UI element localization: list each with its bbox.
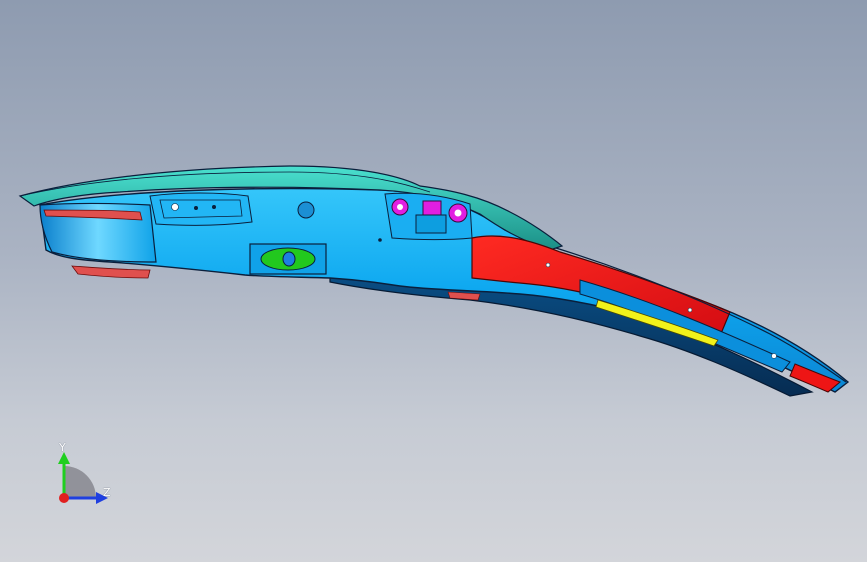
detail-dot-4 (378, 238, 382, 242)
small-hole-2 (194, 206, 198, 210)
detail-dot-1 (545, 262, 551, 268)
x-axis-point (59, 493, 69, 503)
detail-dot-2 (687, 307, 693, 313)
3d-viewport[interactable]: Y Z (0, 0, 867, 562)
hinge-magenta-center[interactable] (422, 200, 442, 216)
hinge-magenta-right-hole (454, 209, 462, 217)
small-hole-1 (171, 203, 179, 211)
z-axis-label: Z (103, 486, 111, 499)
body-hole (297, 201, 315, 219)
detail-dot-3 (771, 353, 777, 359)
license-lamp-switch[interactable] (282, 251, 296, 267)
y-axis-label: Y (59, 441, 66, 454)
coordinate-triad[interactable] (40, 438, 120, 510)
left-lower-red-lamp[interactable] (71, 265, 151, 279)
cad-model-tailgate[interactable] (0, 0, 867, 562)
hinge-bracket[interactable] (415, 214, 447, 234)
small-hole-3 (212, 205, 216, 209)
triad-yz-plane-shading (64, 466, 96, 498)
inner-recess-left[interactable] (149, 192, 253, 226)
hinge-magenta-left-hole (397, 204, 403, 210)
